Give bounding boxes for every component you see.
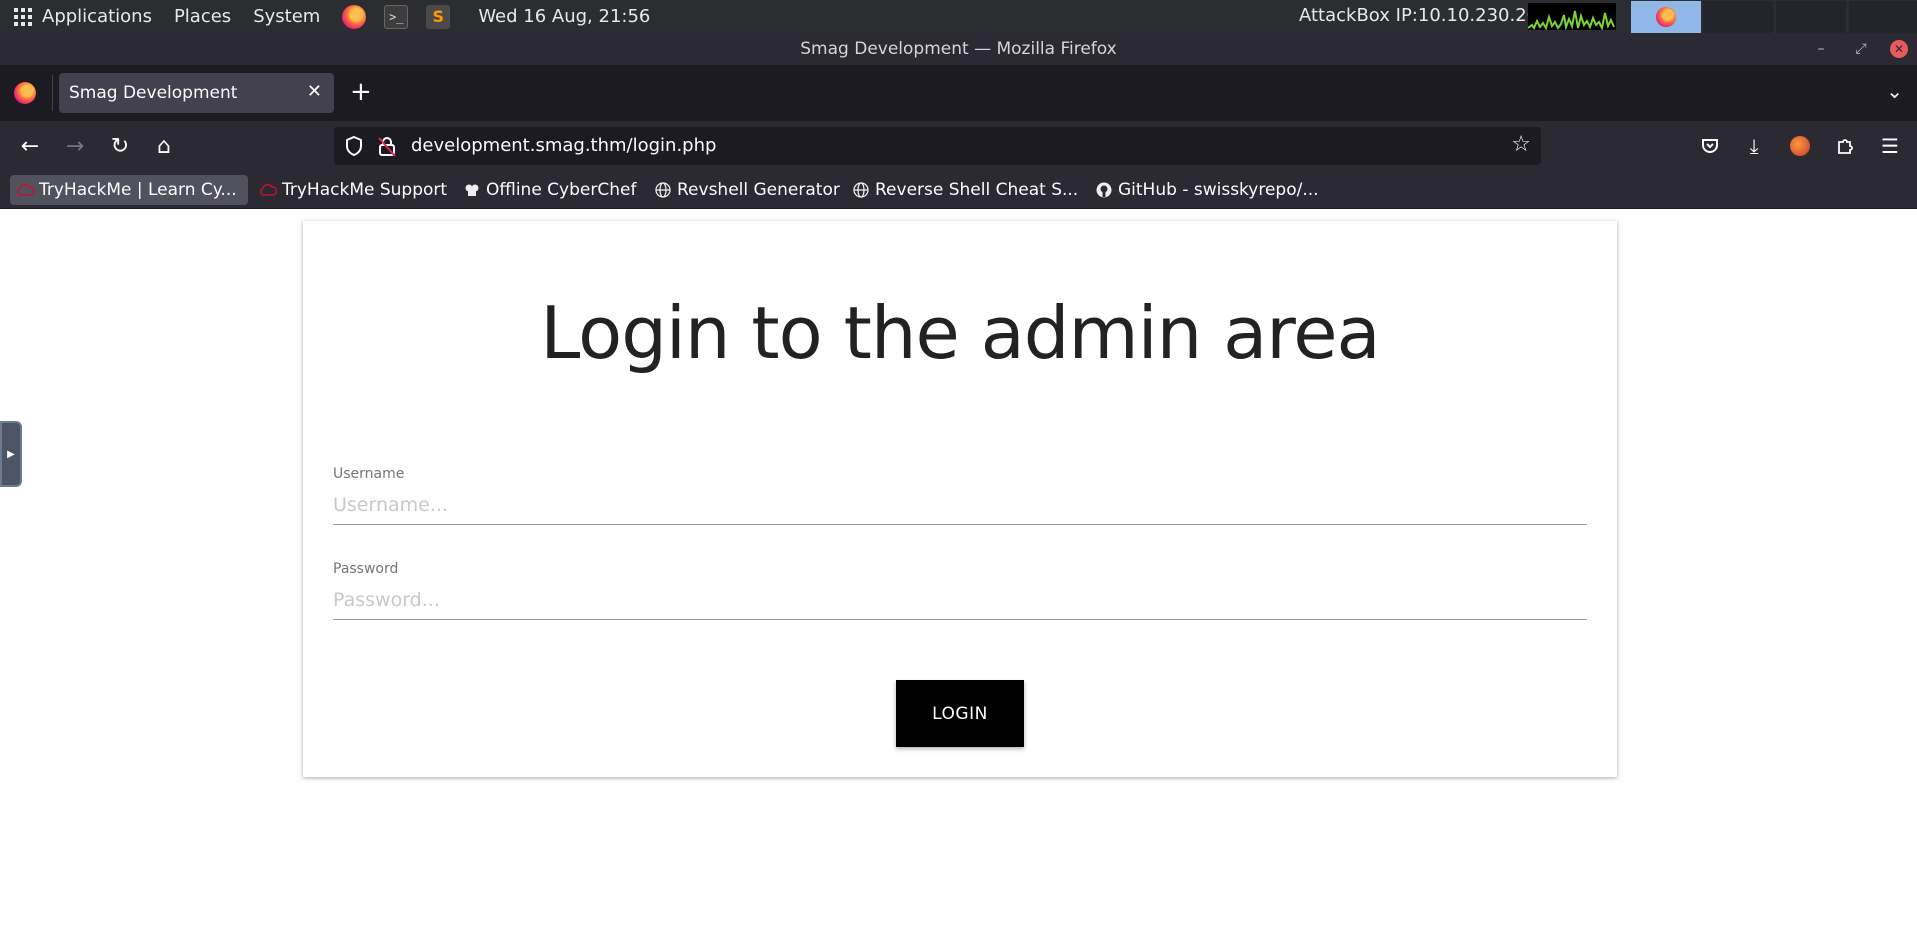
firefox-launcher-icon[interactable] bbox=[342, 4, 367, 29]
forward-icon[interactable]: → bbox=[61, 132, 89, 160]
menu-system[interactable]: System bbox=[253, 6, 320, 27]
bookmark-label: Offline CyberChef bbox=[486, 180, 637, 200]
bookmark-tryhackme-support[interactable]: TryHackMe Support bbox=[253, 175, 453, 205]
attackbox-ip: AttackBox IP:10.10.230.202 bbox=[1299, 5, 1550, 26]
close-window-icon[interactable]: ✕ bbox=[1890, 40, 1908, 58]
tab-strip: Smag Development ✕ + ⌄ bbox=[0, 65, 1917, 121]
bookmark-tryhackme-learn[interactable]: TryHackMe | Learn Cy... bbox=[10, 175, 248, 205]
taskbar-firefox-button[interactable] bbox=[1631, 1, 1701, 33]
downloads-icon[interactable]: ⤓ bbox=[1740, 132, 1768, 160]
bookmark-star-icon[interactable]: ☆ bbox=[1511, 132, 1531, 157]
bookmark-reverse-shell-cheat[interactable]: Reverse Shell Cheat S... bbox=[846, 175, 1084, 205]
side-panel-handle[interactable]: ▶ bbox=[0, 421, 22, 487]
new-tab-icon[interactable]: + bbox=[350, 77, 372, 107]
page-title: Login to the admin area bbox=[540, 291, 1380, 375]
username-input[interactable] bbox=[333, 485, 1587, 525]
apps-grid-icon[interactable] bbox=[14, 7, 32, 26]
password-label: Password bbox=[333, 561, 399, 577]
system-panel: Applications Places System >_ S Wed 16 A… bbox=[0, 0, 1917, 33]
cpu-graph bbox=[1528, 3, 1616, 30]
bookmark-label: Revshell Generator bbox=[677, 180, 840, 200]
chef-icon bbox=[463, 181, 481, 199]
menu-places[interactable]: Places bbox=[174, 6, 231, 27]
reload-icon[interactable]: ↻ bbox=[106, 132, 134, 160]
taskbar-slot[interactable] bbox=[1776, 1, 1846, 33]
pocket-icon[interactable] bbox=[1696, 132, 1724, 160]
nav-bar: ← → ↻ ⌂ development.smag.thm/login.php ☆… bbox=[0, 121, 1917, 171]
restore-icon[interactable]: ⤢ bbox=[1852, 40, 1870, 58]
github-icon bbox=[1095, 181, 1113, 199]
bookmark-revshell-generator[interactable]: Revshell Generator bbox=[648, 175, 846, 205]
bookmark-github-swisskyrepo[interactable]: GitHub - swisskyrepo/... bbox=[1089, 175, 1325, 205]
extension-fox-icon[interactable] bbox=[1786, 132, 1814, 160]
minimize-icon[interactable]: – bbox=[1812, 40, 1830, 58]
bookmark-offline-cyberchef[interactable]: Offline CyberChef bbox=[457, 175, 642, 205]
bookmark-label: TryHackMe | Learn Cy... bbox=[39, 180, 237, 200]
tryhackme-icon bbox=[16, 181, 34, 199]
tryhackme-icon bbox=[259, 181, 277, 199]
url-bar[interactable]: development.smag.thm/login.php ☆ bbox=[334, 127, 1541, 165]
window-title: Smag Development — Mozilla Firefox bbox=[800, 39, 1117, 59]
password-input[interactable] bbox=[333, 580, 1587, 620]
terminal-launcher-icon[interactable]: >_ bbox=[384, 4, 409, 29]
sublime-launcher-icon[interactable]: S bbox=[426, 4, 451, 29]
close-tab-icon[interactable]: ✕ bbox=[307, 81, 322, 102]
insecure-lock-icon[interactable] bbox=[377, 135, 397, 157]
home-icon[interactable]: ⌂ bbox=[150, 132, 178, 160]
bookmark-label: Reverse Shell Cheat S... bbox=[875, 180, 1079, 200]
taskbar-slot[interactable] bbox=[1849, 1, 1917, 33]
back-icon[interactable]: ← bbox=[16, 132, 44, 160]
tab-label: Smag Development bbox=[69, 83, 238, 103]
extensions-puzzle-icon[interactable] bbox=[1831, 132, 1859, 160]
globe-icon bbox=[654, 181, 672, 199]
tab-list-chevron-icon[interactable]: ⌄ bbox=[1886, 79, 1903, 103]
firefox-view-icon[interactable] bbox=[14, 82, 36, 104]
hamburger-menu-icon[interactable]: ☰ bbox=[1876, 132, 1904, 160]
clock[interactable]: Wed 16 Aug, 21:56 bbox=[478, 6, 650, 27]
login-card: Login to the admin area Username Passwor… bbox=[303, 221, 1617, 777]
tab-separator bbox=[52, 75, 53, 111]
taskbar-slot[interactable] bbox=[1703, 1, 1773, 33]
globe-icon bbox=[852, 181, 870, 199]
window-titlebar: Smag Development — Mozilla Firefox bbox=[0, 33, 1917, 65]
bookmarks-toolbar: TryHackMe | Learn Cy... TryHackMe Suppor… bbox=[0, 171, 1917, 209]
url-text[interactable]: development.smag.thm/login.php bbox=[411, 135, 716, 156]
bookmark-label: TryHackMe Support bbox=[282, 180, 448, 200]
bookmark-label: GitHub - swisskyrepo/... bbox=[1118, 180, 1319, 200]
username-label: Username bbox=[333, 466, 405, 482]
login-button[interactable]: LOGIN bbox=[896, 680, 1024, 747]
tab-smag-development[interactable]: Smag Development ✕ bbox=[59, 73, 334, 113]
tracking-shield-icon[interactable] bbox=[344, 135, 364, 157]
menu-applications[interactable]: Applications bbox=[42, 6, 152, 27]
